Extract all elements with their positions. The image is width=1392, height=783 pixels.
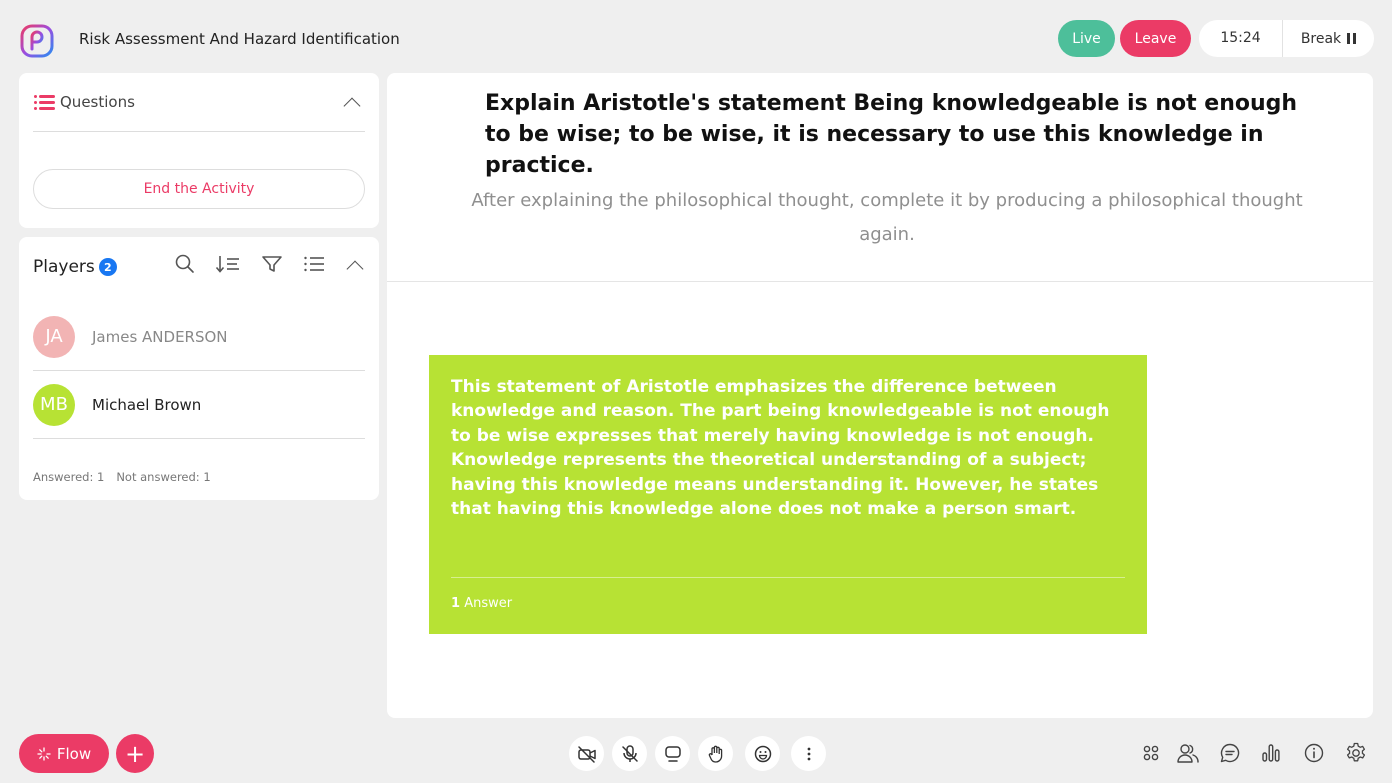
participants-icon[interactable] [1175, 740, 1201, 766]
questions-title: Questions [60, 93, 135, 111]
app-logo-icon [20, 24, 54, 58]
info-icon[interactable] [1301, 740, 1327, 766]
divider [387, 281, 1373, 282]
chat-icon[interactable] [1217, 740, 1243, 766]
leave-button[interactable]: Leave [1120, 20, 1191, 57]
camera-off-button[interactable] [569, 736, 604, 771]
players-count-badge: 2 [98, 258, 117, 276]
question-stage: Explain Aristotle's statement Being know… [387, 73, 1373, 718]
end-activity-button[interactable]: End the Activity [33, 169, 365, 209]
players-title: Players [33, 257, 95, 277]
collapse-questions-icon[interactable] [343, 97, 361, 115]
player-row[interactable]: MB Michael Brown [33, 371, 365, 439]
flow-button[interactable]: Flow [19, 734, 109, 773]
more-options-button[interactable] [791, 736, 826, 771]
flow-label: Flow [56, 744, 92, 763]
players-panel: Players 2 JA James ANDERSON MB Michael B… [19, 237, 379, 500]
screen-icon [663, 744, 683, 764]
answer-count-number: 1 [451, 596, 461, 611]
mic-off-icon [620, 744, 640, 764]
avatar: JA [33, 315, 75, 358]
answer-count-label: Answer [464, 596, 513, 611]
screen-share-button[interactable] [655, 736, 690, 771]
pause-icon [1347, 33, 1357, 44]
collapse-players-icon[interactable] [346, 260, 364, 278]
emoji-icon [753, 744, 773, 764]
raise-hand-button[interactable] [698, 736, 733, 771]
questions-header[interactable]: Questions [34, 93, 135, 111]
activity-title: Risk Assessment And Hazard Identificatio… [79, 30, 400, 48]
list-icon [34, 94, 56, 110]
sparkle-icon [37, 746, 51, 761]
sort-icon[interactable] [215, 253, 241, 275]
top-bar: Risk Assessment And Hazard Identificatio… [0, 0, 1392, 74]
break-button[interactable]: Break [1283, 31, 1374, 47]
more-vertical-icon [799, 744, 819, 764]
answer-count: 1 Answer [451, 596, 512, 611]
stats-icon[interactable] [1258, 740, 1284, 766]
players-header: Players 2 [33, 257, 117, 277]
avatar: MB [33, 383, 75, 426]
search-icon[interactable] [174, 253, 196, 275]
break-label: Break [1300, 30, 1342, 47]
answered-count: Answered: 1 [33, 470, 105, 484]
answer-card[interactable]: This statement of Aristotle emphasizes t… [429, 355, 1147, 634]
question-subtitle: After explaining the philosophical thoug… [471, 190, 1303, 245]
timer-display: 15:24 [1199, 20, 1283, 57]
live-button[interactable]: Live [1058, 20, 1115, 57]
divider [451, 577, 1125, 578]
grid-view-icon[interactable] [1138, 740, 1164, 766]
mic-off-button[interactable] [612, 736, 647, 771]
list-view-icon[interactable] [302, 253, 326, 275]
reactions-button[interactable] [745, 736, 780, 771]
divider [33, 131, 365, 132]
answer-text: This statement of Aristotle emphasizes t… [451, 377, 1110, 520]
settings-icon[interactable] [1343, 740, 1369, 766]
timer-group: 15:24 Break [1199, 20, 1374, 57]
answer-stats: Answered: 1 Not answered: 1 [33, 470, 211, 484]
player-name: James ANDERSON [92, 327, 228, 346]
question-title: Explain Aristotle's statement Being know… [485, 91, 1298, 178]
add-button[interactable]: + [116, 734, 154, 773]
player-row[interactable]: JA James ANDERSON [33, 303, 365, 371]
hand-icon [706, 744, 726, 764]
questions-panel: Questions End the Activity [19, 73, 379, 228]
filter-icon[interactable] [260, 253, 284, 275]
not-answered-count: Not answered: 1 [116, 470, 211, 484]
player-name: Michael Brown [92, 395, 202, 414]
camera-off-icon [577, 744, 597, 764]
